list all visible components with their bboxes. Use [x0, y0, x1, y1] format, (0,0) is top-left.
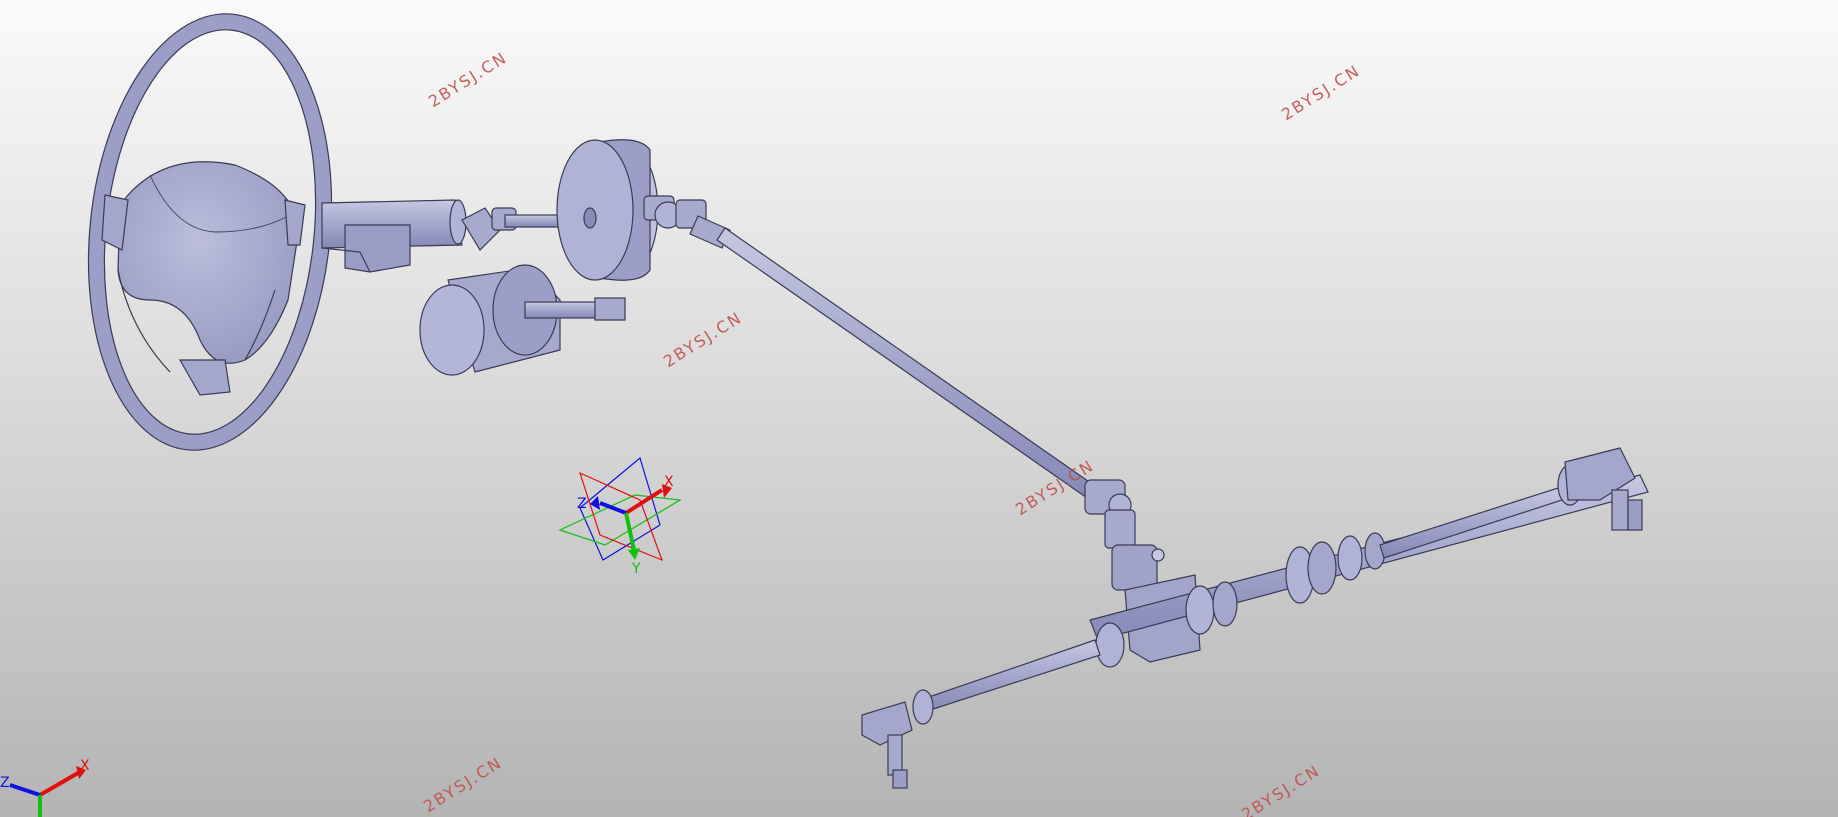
steering-wheel-hub: [117, 161, 299, 364]
triad-z-label: Z: [0, 775, 10, 791]
compass-x-label: X: [664, 474, 674, 490]
steering-wheel[interactable]: [68, 2, 352, 463]
steering-gear-rack[interactable]: [1089, 474, 1649, 668]
cad-3d-viewport[interactable]: X Y Z X Z 2BYSJ.CN 2BYSJ.CN 2BYSJ.CN 2BY…: [0, 0, 1838, 817]
intermediate-shaft[interactable]: [716, 227, 1099, 501]
steering-column[interactable]: [321, 199, 467, 273]
compass-y-label: Y: [631, 561, 641, 577]
compass-manipulator[interactable]: X Y Z: [558, 456, 682, 577]
left-tie-rod[interactable]: [861, 639, 1101, 789]
steering-wheel-spoke: [178, 359, 231, 396]
lower-universal-joint[interactable]: [1084, 479, 1165, 591]
triad-x-label: X: [80, 758, 90, 774]
compass-z-label: Z: [577, 496, 587, 512]
steering-wheel-spoke: [284, 199, 306, 246]
steering-assembly-model[interactable]: X Y Z X Z: [0, 0, 1838, 817]
assist-motor[interactable]: [419, 264, 626, 376]
eps-reducer-housing[interactable]: [556, 139, 659, 281]
axis-triad: X Z: [0, 758, 90, 817]
